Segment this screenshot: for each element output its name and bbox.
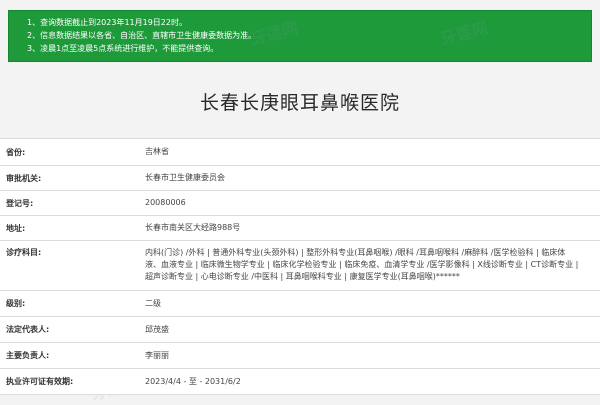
row-label: 审批机关: (6, 173, 42, 183)
table-row-province: 省份: 吉林省 (0, 139, 600, 166)
row-value: 内科(门诊) /外科 | 普通外科专业(头颈外科) | 整形外科专业(耳鼻咽喉)… (145, 248, 579, 281)
notice-line: 3、凌晨1点至凌晨5点系统进行维护，不能提供查询。 (27, 44, 219, 53)
table-row-authority: 审批机关: 长春市卫生健康委员会 (0, 166, 600, 191)
row-label: 法定代表人: (6, 325, 50, 334)
row-value: 长春市南关区大经路988号 (145, 223, 241, 232)
row-label: 诊疗科目: (6, 248, 42, 257)
row-label: 登记号: (6, 198, 34, 208)
row-value: 吉林省 (145, 147, 169, 156)
row-label: 级别: (6, 299, 26, 308)
row-label: 执业许可证有效期: (6, 377, 74, 386)
table-row-license-validity: 执业许可证有效期: 2023/4/4 - 至 - 2031/6/2 (0, 369, 600, 395)
row-label: 省份: (6, 147, 26, 157)
row-label: 主要负责人: (6, 351, 50, 360)
table-row-level: 级别: 二级 (0, 291, 600, 317)
table-row-registration: 登记号: 20080006 (0, 191, 600, 216)
notice-line: 1、查询数据截止到2023年11月19日22时。 (27, 18, 187, 27)
row-value: 邱茂盛 (145, 324, 169, 334)
notice-line: 2、信息数据结果以各省、自治区、直辖市卫生健康委数据为准。 (27, 31, 257, 40)
table-row-address: 地址: 长春市南关区大经路988号 (0, 216, 600, 241)
page-title: 长春长庚眼耳鼻喉医院 (199, 92, 400, 114)
row-label: 地址: (6, 223, 26, 233)
row-value: 20080006 (145, 198, 186, 207)
table-row-departments: 诊疗科目: 内科(门诊) /外科 | 普通外科专业(头颈外科) | 整形外科专业… (0, 241, 600, 291)
row-value: 二级 (145, 298, 161, 308)
row-value: 长春市卫生健康委员会 (145, 173, 225, 182)
row-value: 李丽丽 (145, 350, 169, 360)
table-row-legal-rep: 法定代表人: 邱茂盛 (0, 317, 600, 343)
table-row-principal: 主要负责人: 李丽丽 (0, 343, 600, 369)
notice-banner: 1、查询数据截止到2023年11月19日22时。 2、信息数据结果以各省、自治区… (8, 10, 592, 62)
info-table: 省份: 吉林省 审批机关: 长春市卫生健康委员会 登记号: 20080006 地… (0, 138, 600, 395)
row-value: 2023/4/4 - 至 - 2031/6/2 (145, 376, 241, 386)
